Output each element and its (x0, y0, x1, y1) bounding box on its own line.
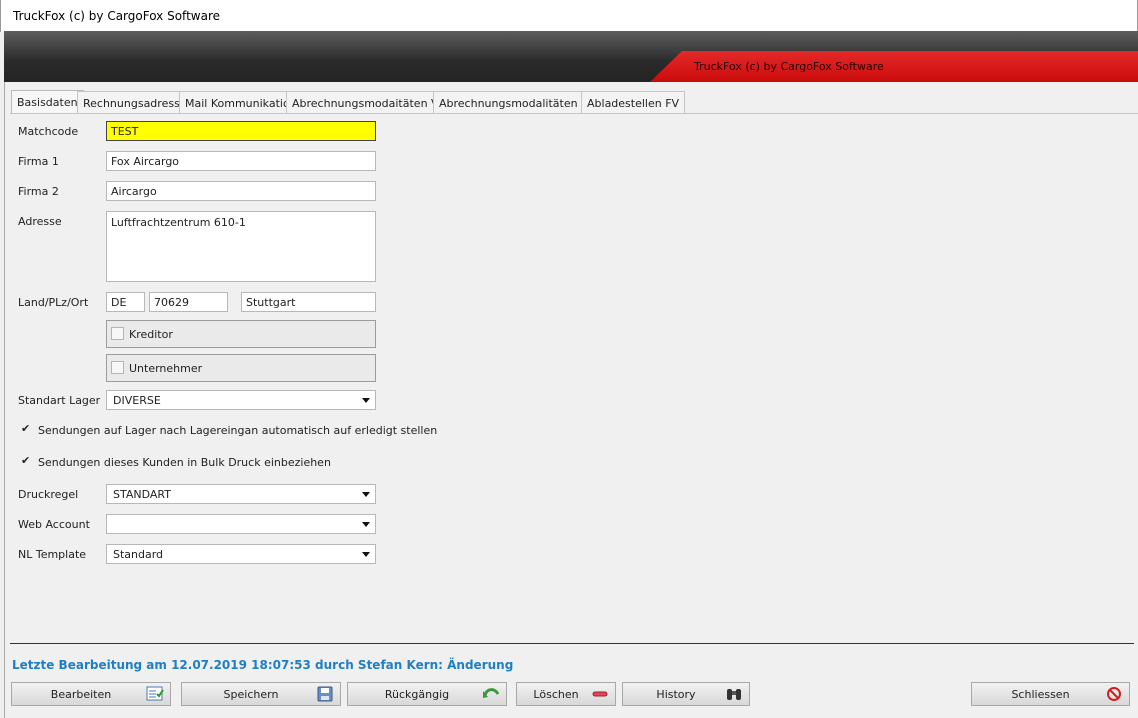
kreditor-group: Kreditor (106, 320, 376, 348)
tab-abrechnung-vk[interactable]: Abrechnungsmodaitäten VK (286, 91, 452, 113)
tab-mail-kommunikation[interactable]: Mail Kommunikation (179, 91, 303, 113)
delete-icon (591, 686, 609, 702)
druckregel-value: STANDART (113, 488, 171, 501)
loeschen-button[interactable]: Löschen (516, 682, 616, 706)
firma1-label: Firma 1 (18, 155, 59, 168)
matchcode-label: Matchcode (18, 125, 79, 138)
auto-erledigt-label: Sendungen auf Lager nach Lagereingan aut… (38, 424, 438, 437)
firma1-input[interactable]: Fox Aircargo (106, 151, 376, 171)
footer-divider (10, 643, 1134, 644)
unternehmer-group: Unternehmer (106, 354, 376, 382)
standart-lager-value: DIVERSE (113, 394, 161, 407)
window-title: TruckFox (c) by CargoFox Software (13, 9, 220, 23)
header-banner-red: TruckFox (c) by CargoFox Software (650, 51, 1138, 82)
druckregel-label: Druckregel (18, 488, 79, 501)
standart-lager-select[interactable]: DIVERSE (106, 390, 376, 410)
unternehmer-checkbox[interactable] (111, 361, 124, 374)
firma2-input[interactable]: Aircargo (106, 181, 376, 201)
adresse-label: Adresse (18, 215, 62, 228)
kreditor-label: Kreditor (129, 328, 173, 341)
unternehmer-label: Unternehmer (129, 362, 203, 375)
bulk-druck-label: Sendungen dieses Kunden in Bulk Druck ei… (38, 456, 331, 469)
speichern-button[interactable]: Speichern (181, 682, 341, 706)
chevron-down-icon (362, 398, 370, 403)
tab-abrechnung-ek[interactable]: Abrechnungsmodalitäten EK (433, 91, 602, 113)
nl-template-select[interactable]: Standard (106, 544, 376, 564)
land-plz-ort-label: Land/PLz/Ort (18, 296, 89, 309)
matchcode-input[interactable]: TEST (106, 121, 376, 141)
druckregel-select[interactable]: STANDART (106, 484, 376, 504)
rueckgaengig-button[interactable]: Rückgängig (347, 682, 507, 706)
auto-erledigt-checkbox[interactable] (20, 422, 33, 437)
plz-input[interactable]: 70629 (149, 292, 228, 312)
chevron-down-icon (362, 492, 370, 497)
web-account-label: Web Account (18, 518, 90, 531)
history-button[interactable]: History (622, 682, 750, 706)
firma2-label: Firma 2 (18, 185, 59, 198)
save-icon (316, 686, 334, 702)
window-titlebar: TruckFox (c) by CargoFox Software (0, 0, 1138, 32)
standart-lager-label: Standart Lager (18, 394, 101, 407)
adresse-textarea[interactable]: Luftfrachtzentrum 610-1 (106, 211, 376, 282)
schliessen-button[interactable]: Schliessen (971, 682, 1130, 706)
chevron-down-icon (362, 522, 370, 527)
nl-template-label: NL Template (18, 548, 87, 561)
land-input[interactable]: DE (106, 292, 145, 312)
kreditor-checkbox[interactable] (111, 327, 124, 340)
undo-icon (482, 686, 500, 702)
ort-input[interactable]: Stuttgart (241, 292, 376, 312)
banner-text: TruckFox (c) by CargoFox Software (694, 60, 884, 73)
bulk-druck-checkbox[interactable] (20, 454, 33, 469)
chevron-down-icon (362, 552, 370, 557)
tab-baseline (10, 113, 1138, 114)
bearbeiten-button[interactable]: Bearbeiten (11, 682, 171, 706)
close-forbidden-icon (1105, 686, 1123, 702)
binoculars-icon (725, 686, 743, 702)
last-edit-status: Letzte Bearbeitung am 12.07.2019 18:07:5… (12, 658, 514, 672)
web-account-select[interactable] (106, 514, 376, 534)
tab-abladestellen-fv[interactable]: Abladestellen FV (581, 91, 686, 113)
nl-template-value: Standard (113, 548, 164, 561)
edit-list-icon (146, 686, 164, 702)
tab-basisdaten[interactable]: Basisdaten (11, 90, 84, 114)
tab-rechnungsadresse[interactable]: Rechnungsadresse (77, 91, 193, 113)
